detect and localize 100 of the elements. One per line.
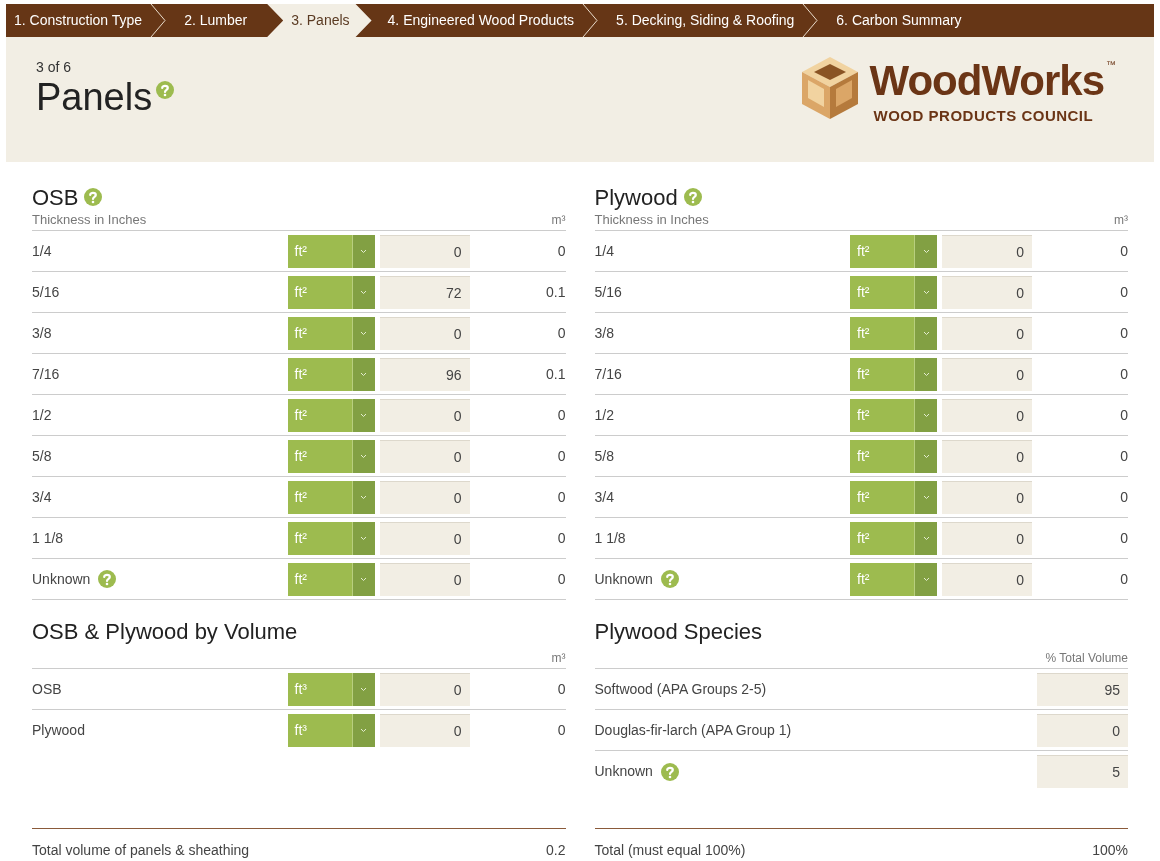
volume-value: 0 bbox=[556, 241, 566, 261]
row-label: 1 1/8 bbox=[32, 528, 64, 548]
caret-icon bbox=[922, 371, 930, 377]
volume-value: 0 bbox=[556, 446, 566, 466]
volume-value: 0 bbox=[556, 721, 566, 740]
row-label: 5/8 bbox=[32, 446, 52, 466]
row-label: 1/2 bbox=[594, 405, 614, 425]
tab-separator bbox=[802, 4, 819, 37]
column-header: m³ bbox=[1114, 212, 1128, 229]
volume-value: 0 bbox=[1119, 446, 1128, 466]
step-tab[interactable]: 4. Engineered Wood Products bbox=[369, 4, 597, 37]
row-label: 3/8 bbox=[32, 323, 52, 343]
caret-icon bbox=[360, 576, 367, 582]
total-label: Total volume of panels & sheathing bbox=[32, 841, 250, 860]
column-header: m³ bbox=[551, 650, 566, 667]
help-icon[interactable] bbox=[660, 570, 679, 588]
caret-icon bbox=[360, 494, 367, 500]
logo-wordmark: WoodWorks bbox=[869, 57, 1104, 105]
quantity-input[interactable]: 0 bbox=[379, 398, 470, 432]
quantity-input[interactable]: 0 bbox=[942, 398, 1032, 432]
caret-icon bbox=[922, 453, 930, 459]
volume-value: 0 bbox=[556, 405, 566, 425]
quantity-input[interactable]: 0 bbox=[379, 439, 470, 473]
volume-value: 0 bbox=[1119, 405, 1128, 425]
caret-icon bbox=[360, 453, 367, 459]
column-label: Thickness in Inches bbox=[594, 210, 709, 229]
row-label: 1/2 bbox=[32, 405, 52, 425]
volume-value: 0 bbox=[1119, 241, 1128, 261]
logo-subtitle: WOOD PRODUCTS COUNCIL bbox=[873, 106, 1094, 126]
volume-value: 0.1 bbox=[545, 282, 566, 302]
caret-icon bbox=[360, 412, 367, 418]
percent-input[interactable]: 5 bbox=[1037, 755, 1128, 788]
column-header: % Total Volume bbox=[1045, 650, 1128, 667]
caret-icon bbox=[922, 412, 930, 418]
volume-value: 0 bbox=[1119, 487, 1128, 507]
row-label: Unknown bbox=[594, 762, 653, 781]
caret-icon bbox=[360, 371, 367, 377]
section-title: Plywood bbox=[594, 183, 678, 212]
help-icon[interactable] bbox=[683, 188, 702, 206]
row-label: 5/16 bbox=[594, 282, 622, 302]
caret-icon bbox=[360, 289, 367, 295]
volume-value: 0 bbox=[556, 487, 566, 507]
section-title: Plywood Species bbox=[594, 617, 763, 646]
volume-value: 0 bbox=[556, 528, 566, 548]
caret-icon bbox=[922, 289, 930, 295]
row-label: 1 1/8 bbox=[594, 528, 626, 548]
quantity-input[interactable]: 0 bbox=[942, 275, 1032, 309]
quantity-input[interactable]: 0 bbox=[379, 521, 470, 555]
quantity-input[interactable]: 0 bbox=[379, 316, 470, 350]
row-label: Plywood bbox=[32, 721, 85, 740]
quantity-input[interactable]: 0 bbox=[379, 714, 470, 747]
step-tab[interactable]: 2. Lumber bbox=[166, 4, 270, 37]
row-label: Unknown bbox=[594, 569, 653, 589]
volume-value: 0 bbox=[556, 679, 566, 699]
quantity-input[interactable]: 72 bbox=[379, 275, 470, 309]
quantity-input[interactable]: 0 bbox=[942, 521, 1032, 555]
caret-icon bbox=[922, 535, 930, 541]
help-icon[interactable] bbox=[84, 188, 103, 206]
caret-icon bbox=[922, 330, 930, 336]
row-label: 3/8 bbox=[594, 323, 614, 343]
quantity-input[interactable]: 0 bbox=[942, 480, 1032, 514]
quantity-input[interactable]: 0 bbox=[379, 562, 470, 596]
volume-value: 0.1 bbox=[545, 364, 566, 384]
caret-icon bbox=[360, 330, 367, 336]
quantity-input[interactable]: 0 bbox=[942, 234, 1032, 268]
volume-value: 0 bbox=[1119, 569, 1128, 589]
quantity-input[interactable]: 0 bbox=[942, 316, 1032, 350]
percent-input[interactable]: 95 bbox=[1037, 672, 1128, 706]
column-label: Thickness in Inches bbox=[32, 210, 147, 229]
quantity-input[interactable]: 0 bbox=[942, 357, 1032, 391]
total-value: 0.2 bbox=[546, 841, 566, 860]
volume-value: 0 bbox=[556, 323, 566, 343]
quantity-input[interactable]: 96 bbox=[379, 357, 470, 391]
row-label: 1/4 bbox=[32, 241, 52, 261]
tab-separator bbox=[582, 4, 599, 37]
quantity-input[interactable]: 0 bbox=[379, 480, 470, 514]
column-header: m³ bbox=[551, 212, 566, 229]
caret-icon bbox=[360, 728, 367, 733]
step-tab[interactable]: 5. Decking, Siding & Roofing bbox=[598, 4, 817, 37]
tab-separator bbox=[150, 4, 167, 37]
help-icon[interactable] bbox=[98, 570, 117, 588]
trademark-mark: ™ bbox=[1106, 58, 1116, 72]
quantity-input[interactable]: 0 bbox=[379, 234, 470, 268]
row-label: 7/16 bbox=[32, 364, 60, 384]
quantity-input[interactable]: 0 bbox=[379, 672, 470, 706]
section-title: OSB & Plywood by Volume bbox=[32, 617, 298, 646]
caret-icon bbox=[360, 248, 367, 254]
quantity-input[interactable]: 0 bbox=[942, 562, 1032, 596]
caret-icon bbox=[360, 686, 367, 692]
quantity-input[interactable]: 0 bbox=[942, 439, 1032, 473]
section-title: OSB bbox=[32, 183, 79, 212]
help-icon[interactable] bbox=[660, 762, 679, 781]
volume-value: 0 bbox=[1119, 282, 1128, 302]
percent-input[interactable]: 0 bbox=[1037, 713, 1128, 747]
row-label: 3/4 bbox=[594, 487, 614, 507]
step-tab[interactable]: 1. Construction Type bbox=[6, 4, 165, 37]
help-icon[interactable] bbox=[156, 81, 175, 99]
row-label: 7/16 bbox=[594, 364, 622, 384]
step-tab[interactable]: 3. Panels bbox=[267, 4, 372, 37]
step-tab[interactable]: 6. Carbon Summary bbox=[818, 4, 984, 37]
